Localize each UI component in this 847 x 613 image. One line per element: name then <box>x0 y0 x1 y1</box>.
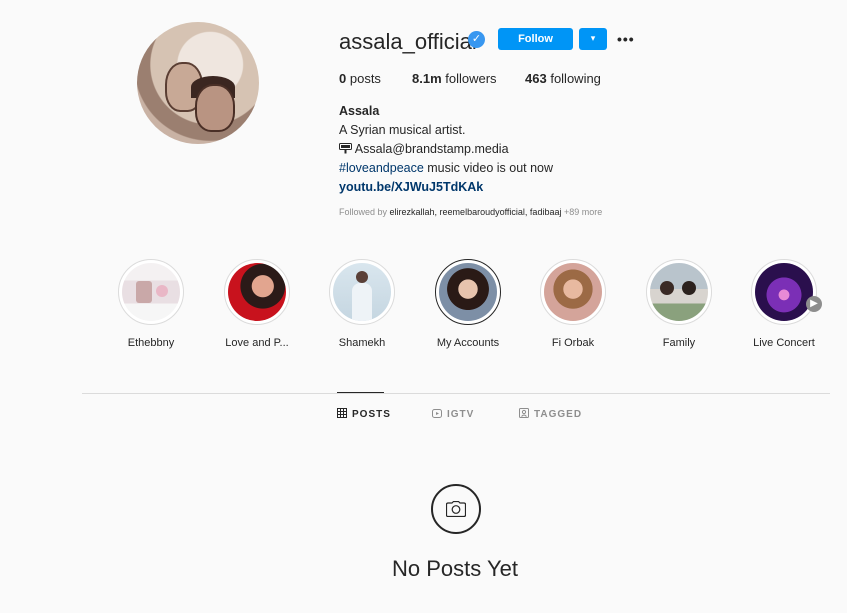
following-label: following <box>550 71 601 86</box>
following-stat[interactable]: 463 following <box>525 71 601 86</box>
followed-by-more: +89 more <box>561 207 603 217</box>
tab-tagged-label: TAGGED <box>534 409 583 420</box>
bio-email: Assala@brandstamp.media <box>354 142 509 156</box>
profile-avatar[interactable] <box>137 22 259 144</box>
highlight-item[interactable]: Shamekh <box>327 259 397 349</box>
igtv-icon <box>432 408 442 421</box>
follow-button[interactable]: Follow <box>498 28 573 50</box>
highlight-item[interactable]: Love and P... <box>222 259 292 349</box>
bio-announcement-text: music video is out now <box>423 161 554 175</box>
highlight-item[interactable]: Ethebbny <box>116 259 186 349</box>
followed-by-names: elirezkallah, reemelbaroudyofficial, fad… <box>389 207 562 217</box>
empty-state-message: No Posts Yet <box>392 556 518 581</box>
followers-count: 8.1m <box>412 71 442 86</box>
highlight-item[interactable]: My Accounts <box>433 259 503 349</box>
tab-igtv[interactable]: IGTV <box>432 408 474 421</box>
highlights-next-arrow-icon[interactable]: ▶ <box>806 296 822 312</box>
microphone-icon <box>339 142 352 156</box>
tab-posts-label: POSTS <box>352 409 391 420</box>
tab-posts[interactable]: POSTS <box>337 408 391 421</box>
followed-by-prefix: Followed by <box>339 207 390 217</box>
highlight-label: Ethebbny <box>127 337 175 349</box>
tabs-divider <box>82 393 830 394</box>
bio-name: Assala <box>339 104 380 118</box>
tagged-user-icon <box>519 408 529 421</box>
highlight-item[interactable]: Fi Orbak <box>538 259 608 349</box>
followers-label: followers <box>445 71 497 86</box>
more-options-icon[interactable]: ••• <box>617 28 637 50</box>
profile-username: assala_official <box>339 29 477 54</box>
highlight-label: Fi Orbak <box>551 337 595 349</box>
highlight-cover <box>329 259 395 325</box>
posts-label: posts <box>349 71 381 86</box>
highlight-item[interactable]: Family <box>644 259 714 349</box>
bio-announcement: #loveandpeace music video is out now <box>339 161 553 175</box>
highlight-label: Live Concert <box>753 337 815 349</box>
following-count: 463 <box>525 71 547 86</box>
highlight-cover <box>751 259 817 325</box>
highlight-cover <box>224 259 290 325</box>
highlight-cover <box>118 259 184 325</box>
followed-by-text[interactable]: Followed by elirezkallah, reemelbaroudyo… <box>339 207 602 217</box>
highlight-label: Family <box>662 337 696 349</box>
posts-stat: 0 posts <box>339 71 381 86</box>
verified-badge-icon: ✓ <box>468 31 485 48</box>
active-tab-indicator <box>337 392 384 393</box>
followers-stat[interactable]: 8.1m followers <box>412 71 497 86</box>
highlight-cover <box>435 259 501 325</box>
highlight-label: My Accounts <box>436 337 500 349</box>
tab-igtv-label: IGTV <box>447 409 475 420</box>
highlight-label: Love and P... <box>225 337 289 349</box>
bio-hashtag-link[interactable]: #loveandpeace <box>339 161 424 175</box>
grid-icon <box>337 408 347 421</box>
bio-external-link[interactable]: youtu.be/XJWuJ5TdKAk <box>339 180 483 194</box>
tab-tagged[interactable]: TAGGED <box>519 408 582 421</box>
posts-count: 0 <box>339 71 347 86</box>
highlight-label: Shamekh <box>338 337 386 349</box>
highlight-cover <box>540 259 606 325</box>
highlight-cover <box>646 259 712 325</box>
suggested-accounts-dropdown-button[interactable]: ▾ <box>579 28 607 50</box>
bio-email-line: Assala@brandstamp.media <box>339 142 509 156</box>
camera-icon <box>431 484 481 534</box>
bio-description: A Syrian musical artist. <box>339 123 466 137</box>
